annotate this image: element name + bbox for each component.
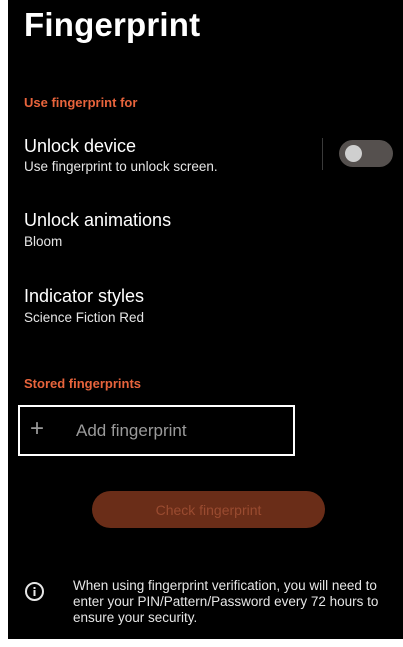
page-title: Fingerprint: [24, 6, 201, 43]
unlock-device-subtitle: Use fingerprint to unlock screen.: [24, 159, 218, 174]
unlock-device-title: Unlock device: [24, 136, 137, 156]
info-message: When using fingerprint verification, you…: [73, 578, 379, 625]
indicator-styles-subtitle: Science Fiction Red: [24, 310, 145, 325]
unlock-animations-subtitle: Bloom: [24, 234, 63, 249]
toggle-knob: [345, 145, 362, 162]
unlock-animations-title: Unlock animations: [24, 210, 172, 230]
plus-icon: +: [30, 415, 45, 442]
fingerprint-settings-screen: Fingerprint Use fingerprint for Unlock d…: [8, 0, 403, 639]
check-fingerprint-button[interactable]: Check fingerprint: [92, 491, 325, 528]
unlock-device-toggle[interactable]: [339, 140, 393, 167]
check-fingerprint-label: Check fingerprint: [155, 501, 262, 518]
add-fingerprint-label: Add fingerprint: [76, 421, 187, 440]
row-divider: [322, 138, 323, 170]
add-fingerprint-button[interactable]: + Add fingerprint: [18, 405, 295, 456]
section-header-stored-fingerprints: Stored fingerprints: [24, 376, 142, 391]
info-icon: [25, 582, 44, 601]
section-header-use-fingerprint-for: Use fingerprint for: [24, 95, 138, 110]
indicator-styles-title: Indicator styles: [24, 286, 145, 306]
